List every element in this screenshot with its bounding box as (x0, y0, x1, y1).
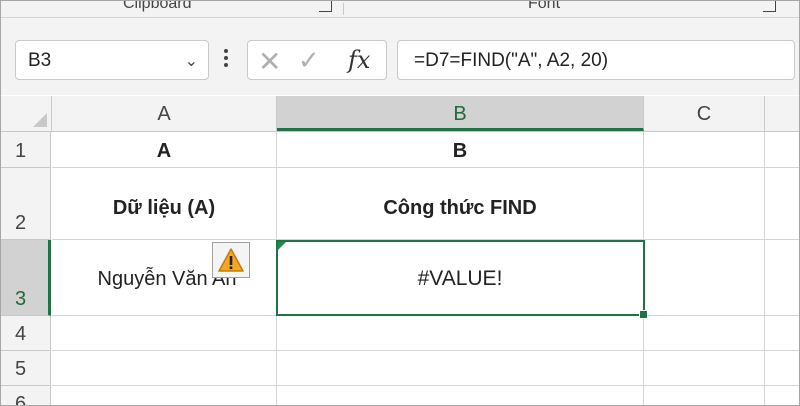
active-cell-border (276, 240, 648, 319)
enter-check-icon[interactable]: ✓ (298, 45, 320, 76)
cell-d1[interactable] (765, 132, 799, 168)
row-header-1[interactable]: 1 (1, 132, 51, 168)
ribbon-group-clipboard: Clipboard (123, 0, 192, 12)
insert-function-icon[interactable]: fx (348, 46, 370, 74)
formula-bar: B3 ⌄ ✕ ✓ fx =D7=FIND("A", A2, 20) (1, 18, 799, 95)
column-header-next[interactable] (765, 96, 799, 131)
cell-c1[interactable] (644, 132, 765, 168)
cell-b1[interactable]: B (277, 132, 644, 168)
name-box[interactable]: B3 ⌄ (15, 40, 209, 80)
row-header-3[interactable]: 3 (1, 240, 51, 316)
column-header-b[interactable]: B (277, 96, 644, 131)
formula-controls: ✕ ✓ fx (247, 40, 387, 80)
excel-window: Clipboard Font B3 ⌄ ✕ ✓ fx =D7=FIND("A",… (0, 0, 800, 406)
error-indicator-icon (278, 242, 286, 250)
cell-a1[interactable]: A (52, 132, 277, 168)
cell-c4[interactable] (644, 316, 765, 351)
row-header-5[interactable]: 5 (1, 351, 51, 386)
cell-b5[interactable] (277, 351, 644, 386)
column-header-a[interactable]: A (52, 96, 277, 131)
formula-input[interactable]: =D7=FIND("A", A2, 20) (397, 40, 795, 80)
cell-a4[interactable] (52, 316, 277, 351)
ribbon-separator (343, 3, 344, 15)
cell-d3[interactable] (765, 240, 799, 316)
select-all-button[interactable] (1, 96, 52, 131)
cell-d5[interactable] (765, 351, 799, 386)
row-header-2[interactable]: 2 (1, 168, 51, 240)
cell-b6[interactable] (277, 386, 644, 405)
dialog-launcher-icon[interactable] (763, 1, 776, 12)
cell-c6[interactable] (644, 386, 765, 405)
more-options-icon[interactable] (223, 46, 229, 74)
warning-icon (218, 248, 244, 272)
cell-c2[interactable] (644, 168, 765, 240)
row-header-6[interactable]: 6 (1, 386, 51, 405)
cell-d2[interactable] (765, 168, 799, 240)
cancel-icon[interactable]: ✕ (258, 45, 281, 78)
cell-d4[interactable] (765, 316, 799, 351)
chevron-down-icon[interactable]: ⌄ (185, 51, 198, 71)
cell-a5[interactable] (52, 351, 277, 386)
cell-c3[interactable] (644, 240, 765, 316)
ribbon-group-font: Font (528, 0, 561, 12)
cell-c5[interactable] (644, 351, 765, 386)
error-warning-button[interactable] (212, 242, 250, 278)
cell-b2[interactable]: Công thức FIND (277, 168, 644, 240)
formula-text: =D7=FIND("A", A2, 20) (414, 50, 609, 71)
cell-d6[interactable] (765, 386, 799, 405)
cell-a6[interactable] (52, 386, 277, 405)
cell-a2[interactable]: Dữ liệu (A) (52, 168, 277, 240)
row-header-4[interactable]: 4 (1, 316, 51, 351)
dialog-launcher-icon[interactable] (319, 1, 332, 12)
ribbon: Clipboard Font (1, 1, 799, 18)
name-box-value: B3 (28, 50, 52, 71)
column-header-c[interactable]: C (644, 96, 765, 131)
fill-handle[interactable] (639, 310, 648, 319)
cell-b4[interactable] (277, 316, 644, 351)
column-headers: A B C (1, 96, 799, 132)
